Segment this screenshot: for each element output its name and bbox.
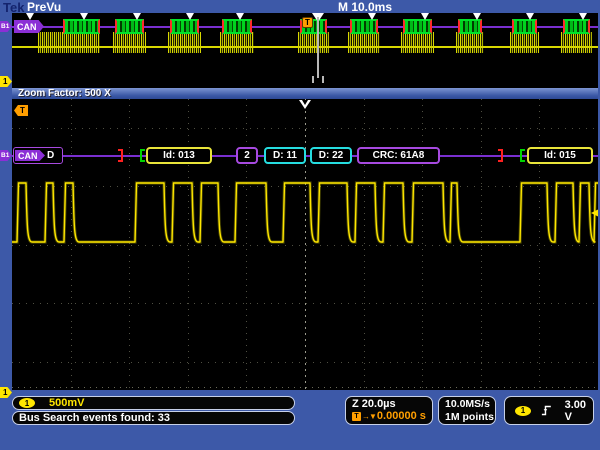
bus-b1-badge-zoom: B1 (0, 150, 12, 161)
acquisition-status: PreVu (27, 0, 61, 14)
ch1-ground-marker-zoom: 1 (0, 387, 12, 398)
bus-b1-badge-overview: B1 (0, 21, 12, 32)
zoom-position-line[interactable] (317, 17, 319, 78)
ch1-overview-burst (456, 32, 484, 53)
search-mark-icon (26, 13, 34, 20)
delay-arrow-icon: →▼ (362, 412, 376, 421)
ch1-badge-icon: 1 (19, 398, 35, 408)
zoom-position-bracket (312, 76, 324, 83)
can-packet-block (563, 19, 590, 34)
ch1-ground-marker-overview: 1 (0, 76, 12, 87)
can-decode-field: 2 (236, 147, 258, 164)
trigger-source-badge-icon: 1 (515, 406, 531, 416)
can-decode-field: Id: 015 (527, 147, 593, 164)
search-mark-icon (80, 13, 88, 20)
ch1-overview-burst (220, 32, 254, 53)
search-mark-icon (579, 13, 587, 20)
trigger-level-arrow-icon[interactable] (591, 209, 598, 217)
zoom-factor-bar: Zoom Factor: 500 X (12, 88, 598, 99)
search-mark-icon (186, 13, 194, 20)
can-partial-field: D (47, 150, 54, 161)
horizontal-delay: 0.00000 s (377, 410, 426, 422)
ch1-overview-burst (401, 32, 434, 53)
can-bus-label-zoom: CAN (15, 150, 45, 161)
can-packet-block (403, 19, 432, 34)
zoom-factor-label: Zoom Factor: 500 X (12, 88, 111, 99)
can-packet-block (512, 19, 537, 34)
zoom-window: T CAN D Id: 0132D: 11D: 22CRC: 61A8Id: 0… (12, 99, 598, 390)
can-decode-field: D: 22 (310, 147, 352, 164)
rising-edge-icon (541, 403, 553, 418)
can-packet-block (350, 19, 378, 34)
frame-start-mark-icon (520, 149, 525, 162)
can-decode-field: CRC: 61A8 (357, 147, 440, 164)
search-mark-icon (368, 13, 376, 20)
search-mark-icon (526, 13, 534, 20)
zoom-scale: Z 20.0µs (346, 397, 432, 410)
search-mark-icon (133, 13, 141, 20)
search-mark-icon (473, 13, 481, 20)
frame-end-mark-icon (118, 149, 123, 162)
ch1-scale: 500mV (49, 397, 84, 409)
frame-start-mark-icon (140, 149, 145, 162)
can-packet-block (115, 19, 144, 34)
can-packet-block (63, 19, 100, 34)
trigger-level: 3.00 V (565, 399, 593, 423)
ch1-overview-burst (510, 32, 539, 53)
can-decode-field: D: 11 (264, 147, 306, 164)
ch1-readout[interactable]: 1 500mV (12, 396, 295, 410)
search-mark-icon (421, 13, 429, 20)
ch1-overview-burst (38, 32, 100, 53)
ch1-waveform (12, 99, 598, 390)
ch1-overview-burst (168, 32, 201, 53)
trigger-readout[interactable]: 1 3.00 V (504, 396, 594, 425)
horizontal-readout[interactable]: Z 20.0µs T→▼0.00000 s (345, 396, 433, 425)
can-bus-label: CAN (14, 20, 44, 33)
ch1-overview-burst (298, 32, 329, 53)
ch1-overview-burst (348, 32, 380, 53)
acquisition-readout: 10.0MS/s 1M points (438, 396, 496, 425)
bus-search-readout: Bus Search events found: 33 (12, 411, 295, 425)
ch1-overview-burst (113, 32, 146, 53)
can-packet-block (458, 19, 482, 34)
trigger-flag-icon: T (302, 17, 313, 28)
ch1-overview-baseline (12, 46, 598, 48)
ch1-overview-burst (561, 32, 592, 53)
scope-screen: Tek PreVu M 10.0ms CAN T B1 1 B1 1 Zoom … (0, 0, 600, 450)
frame-end-mark-icon (498, 149, 503, 162)
bus-search-text: Bus Search events found: 33 (13, 412, 170, 424)
overview-window: CAN T (12, 13, 598, 88)
search-mark-icon (236, 13, 244, 20)
record-length: 1M points (439, 411, 495, 424)
main-timebase-readout: M 10.0ms (338, 0, 392, 14)
can-packet-block (222, 19, 252, 34)
can-decode-field: Id: 013 (146, 147, 212, 164)
can-decode-start-box: CAN D (13, 147, 63, 164)
can-packet-block (170, 19, 199, 34)
trigger-mini-icon: T (352, 412, 361, 421)
sample-rate: 10.0MS/s (439, 397, 495, 411)
